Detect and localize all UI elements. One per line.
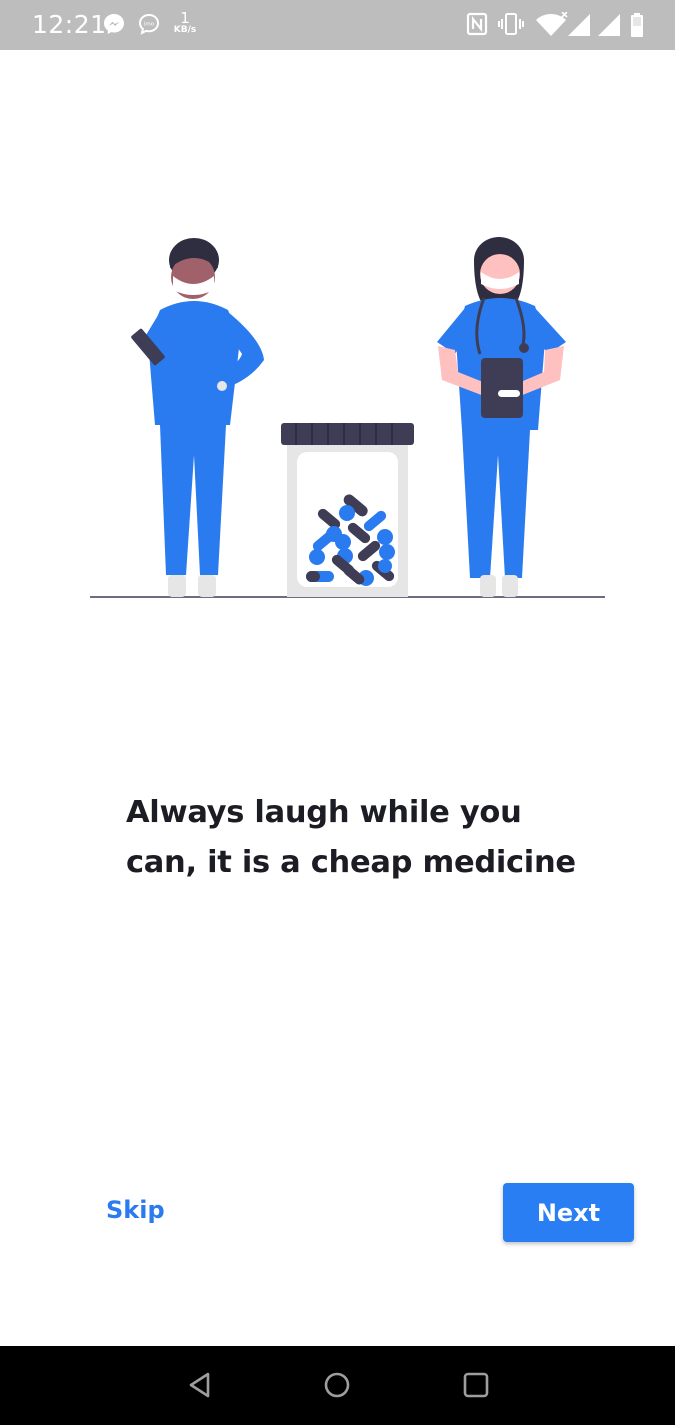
network-speed: 1 KB/s (170, 11, 200, 35)
messenger-icon (104, 14, 124, 34)
headline-line-2: can, it is a cheap medicine (126, 845, 576, 880)
skip-button[interactable]: Skip (106, 1196, 165, 1224)
wifi-icon (536, 12, 568, 36)
doctors-and-pill-jar-illustration (90, 237, 605, 598)
status-bar: 12:21 imo 1 KB/s (0, 0, 675, 50)
signal-icon-2 (598, 14, 620, 36)
vibrate-icon (498, 13, 524, 35)
network-speed-value: 1 (180, 9, 190, 27)
pill-jar (281, 423, 414, 597)
status-time: 12:21 (32, 10, 107, 39)
headline-line-1: Always laugh while you (126, 795, 522, 830)
doctor-left-figure (131, 238, 264, 597)
recents-icon[interactable] (461, 1370, 491, 1400)
svg-text:imo: imo (144, 22, 155, 28)
home-icon[interactable] (322, 1370, 352, 1400)
onboarding-headline: Always laugh while you can, it is a chea… (126, 788, 596, 888)
nfc-icon (466, 12, 488, 36)
navigation-bar (0, 1346, 675, 1425)
signal-icon (568, 14, 590, 36)
battery-icon (631, 13, 643, 37)
next-button[interactable]: Next (503, 1183, 634, 1242)
imo-icon: imo (138, 13, 160, 35)
network-speed-unit: KB/s (173, 25, 197, 35)
back-icon[interactable] (185, 1370, 215, 1400)
doctor-right-figure (437, 237, 566, 597)
